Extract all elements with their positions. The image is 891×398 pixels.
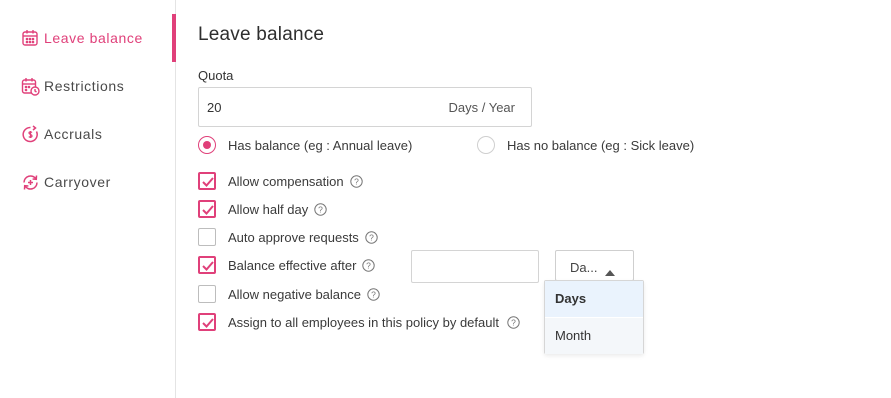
has-balance-label: Has balance (eg : Annual leave) [228,138,413,153]
sidebar-item-leave-balance[interactable]: Leave balance [20,25,143,51]
page-title: Leave balance [198,24,325,45]
sidebar-item-accruals[interactable]: Accruals [20,121,102,147]
allow-negative-balance-label: Allow negative balance ? [228,287,380,302]
sidebar-item-restrictions[interactable]: Restrictions [20,73,124,99]
quota-input[interactable] [207,88,407,126]
option-text: Allow half day [228,202,309,217]
unit-dropdown-menu: Days Month [544,280,644,354]
svg-text:?: ? [367,261,372,271]
allow-half-day-checkbox[interactable] [198,200,216,218]
help-icon[interactable]: ? [365,231,378,244]
active-indicator [172,14,176,62]
allow-negative-balance-checkbox[interactable] [198,285,216,303]
quota-unit: Days / Year [448,100,516,115]
checkmark-icon [202,318,214,328]
help-icon[interactable]: ? [367,288,380,301]
help-icon[interactable]: ? [507,316,520,329]
balance-effective-after-checkbox[interactable] [198,256,216,274]
svg-text:?: ? [371,290,376,300]
effective-unit-select[interactable]: Da... [555,250,634,281]
svg-text:?: ? [511,318,516,328]
checkmark-icon [202,177,214,187]
allow-compensation-label: Allow compensation ? [228,174,363,189]
sidebar-item-carryover[interactable]: Carryover [20,169,111,195]
sidebar-item-label: Carryover [44,174,111,190]
caret-up-icon [605,264,615,279]
assign-all-employees-label: Assign to all employees in this policy b… [228,315,520,330]
has-no-balance-label: Has no balance (eg : Sick leave) [507,138,695,153]
help-icon[interactable]: ? [314,203,327,216]
balance-effective-after-label: Balance effective after ? [228,258,376,273]
checkmark-icon [202,205,214,215]
checkmark-icon [202,261,214,271]
option-text: Allow negative balance [228,287,361,302]
auto-approve-label: Auto approve requests ? [228,230,378,245]
calendar-grid-icon [20,28,40,48]
sidebar-item-label: Leave balance [44,30,143,46]
accrual-cycle-icon [20,124,40,144]
allow-half-day-label: Allow half day ? [228,202,327,217]
assign-all-employees-checkbox[interactable] [198,313,216,331]
svg-text:?: ? [354,177,359,187]
sidebar-item-label: Accruals [44,126,103,142]
auto-approve-checkbox[interactable] [198,228,216,246]
option-text: Balance effective after [228,258,357,273]
has-no-balance-radio[interactable] [477,136,495,154]
calendar-clock-icon [20,76,40,96]
effective-after-input[interactable] [411,250,539,283]
option-text: Assign to all employees in this policy b… [228,315,499,330]
allow-compensation-checkbox[interactable] [198,172,216,190]
option-text: Allow compensation [228,174,344,189]
sidebar-item-label: Restrictions [44,78,125,94]
sidebar: Leave balance Restrictions Accruals Carr… [0,0,176,398]
svg-text:?: ? [318,205,323,215]
quota-label: Quota [198,68,234,83]
dropdown-option-month[interactable]: Month [545,318,643,354]
help-icon[interactable]: ? [362,259,376,272]
option-text: Auto approve requests [228,230,359,245]
help-icon[interactable]: ? [349,175,363,188]
svg-text:?: ? [369,233,374,243]
dropdown-option-days[interactable]: Days [545,281,643,317]
selected-unit: Da... [570,260,598,275]
has-balance-radio[interactable] [198,136,216,154]
carryover-cycle-icon [20,172,40,192]
quota-field: Days / Year [198,87,532,127]
